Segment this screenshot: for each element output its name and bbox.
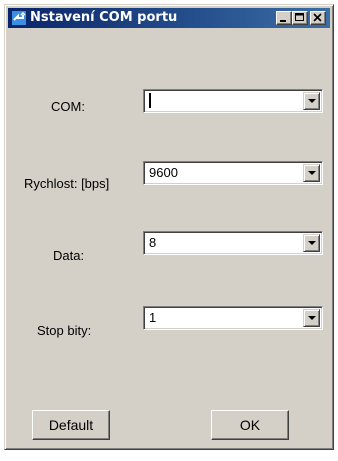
maximize-icon — [295, 13, 304, 21]
chevron-down-icon — [308, 316, 316, 320]
stop-bits-select[interactable]: 1 — [143, 306, 323, 330]
com-settings-dialog: Nstavení COM portu COM: Rychlost: [bps] — [4, 4, 334, 450]
default-button[interactable]: Default — [32, 410, 110, 440]
data-bits-value: 8 — [149, 235, 157, 250]
data-bits-select[interactable]: 8 — [143, 231, 323, 255]
title-bar[interactable]: Nstavení COM portu — [8, 8, 330, 28]
com-dropdown-button[interactable] — [303, 92, 320, 110]
app-icon — [12, 11, 26, 25]
baud-rate-dropdown-button[interactable] — [303, 164, 320, 182]
com-label: COM: — [51, 99, 85, 114]
baud-rate-value: 9600 — [149, 165, 178, 180]
stop-bits-dropdown-button[interactable] — [303, 309, 320, 327]
maximize-button[interactable] — [292, 11, 308, 25]
close-button[interactable] — [310, 11, 326, 25]
data-bits-dropdown-button[interactable] — [303, 234, 320, 252]
minimize-button[interactable] — [276, 11, 292, 25]
chevron-down-icon — [308, 241, 316, 245]
com-select[interactable] — [143, 89, 323, 113]
text-caret — [149, 93, 151, 108]
baud-rate-label: Rychlost: [bps] — [24, 176, 110, 191]
baud-rate-select[interactable]: 9600 — [143, 161, 323, 185]
close-icon — [313, 13, 322, 22]
stop-bits-value: 1 — [149, 310, 157, 325]
data-bits-label: Data: — [53, 248, 85, 263]
stop-bits-label: Stop bity: — [37, 323, 92, 338]
window-title: Nstavení COM portu — [30, 10, 178, 25]
chevron-down-icon — [308, 171, 316, 175]
ok-button[interactable]: OK — [211, 410, 289, 440]
chevron-down-icon — [308, 99, 316, 103]
minimize-icon — [280, 20, 286, 22]
